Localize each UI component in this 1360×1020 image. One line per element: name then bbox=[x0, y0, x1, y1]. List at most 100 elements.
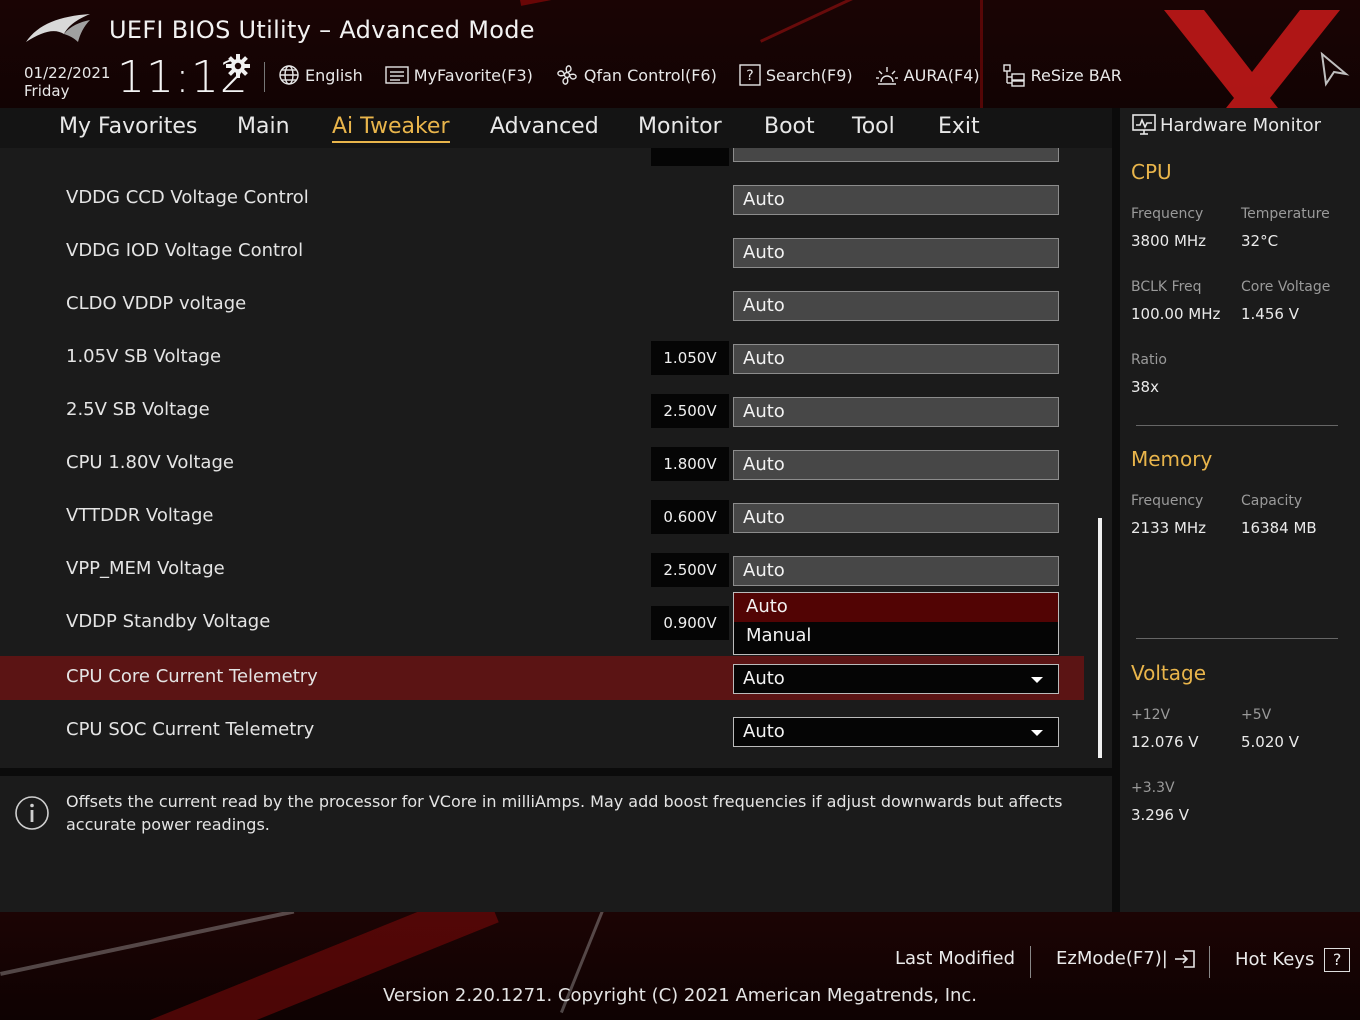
globe-icon bbox=[279, 65, 299, 85]
cpu-frequency-value: 3800 MHz bbox=[1131, 232, 1207, 250]
setting-row[interactable]: 1.05V SB Voltage 1.050V Auto bbox=[0, 336, 1112, 380]
setting-row[interactable]: CLDO VDDP voltage Auto bbox=[0, 283, 1112, 327]
voltage-section-title: Voltage bbox=[1131, 661, 1207, 685]
tab-advanced[interactable]: Advanced bbox=[490, 114, 599, 139]
setting-label: CPU SOC Current Telemetry bbox=[66, 719, 315, 740]
search-help-icon: ? bbox=[739, 64, 761, 86]
date-display: 01/22/2021 Friday bbox=[24, 64, 110, 100]
resize-bar-button[interactable]: ReSize BAR bbox=[1002, 63, 1122, 87]
tab-main[interactable]: Main bbox=[237, 114, 290, 139]
bclk-value: 100.00 MHz bbox=[1131, 305, 1221, 323]
ezmode-label: EzMode(F7)| bbox=[1056, 948, 1168, 969]
section-divider bbox=[1136, 638, 1338, 639]
section-divider bbox=[1136, 425, 1338, 426]
setting-select[interactable]: Auto bbox=[733, 664, 1059, 694]
aura-light-icon bbox=[875, 67, 898, 85]
tab-ai-tweaker[interactable]: Ai Tweaker bbox=[332, 114, 450, 143]
language-label: English bbox=[305, 65, 363, 85]
ezmode-button[interactable]: EzMode(F7)| bbox=[1056, 948, 1196, 969]
help-panel: Offsets the current read by the processo… bbox=[0, 776, 1112, 912]
settings-list: VDDG CCD Voltage Control Auto VDDG IOD V… bbox=[0, 148, 1112, 768]
setting-row[interactable]: VTTDDR Voltage 0.600V Auto bbox=[0, 495, 1112, 539]
version-text: Version 2.20.1271. Copyright (C) 2021 Am… bbox=[382, 985, 978, 1006]
v5-value: 5.020 V bbox=[1241, 733, 1299, 751]
setting-input[interactable]: Auto bbox=[733, 238, 1059, 268]
tab-tool[interactable]: Tool bbox=[852, 114, 895, 139]
scrollbar[interactable] bbox=[1098, 518, 1102, 758]
memory-frequency-value: 2133 MHz bbox=[1131, 519, 1207, 537]
decor-streak bbox=[980, 0, 983, 108]
qfan-control-button[interactable]: Qfan Control(F6) bbox=[555, 63, 717, 87]
footer-divider bbox=[1030, 946, 1031, 978]
setting-label: VDDG IOD Voltage Control bbox=[66, 240, 304, 261]
setting-label: 1.05V SB Voltage bbox=[66, 346, 222, 367]
hardware-monitor-panel: Hardware Monitor CPU Frequency Temperatu… bbox=[1120, 108, 1360, 912]
main-nav: My Favorites Main Ai Tweaker Advanced Mo… bbox=[0, 108, 1112, 148]
myfavorite-button[interactable]: MyFavorite(F3) bbox=[385, 65, 533, 85]
ratio-label: Ratio bbox=[1131, 352, 1167, 368]
footer-divider bbox=[1209, 946, 1210, 978]
memory-capacity-label: Capacity bbox=[1241, 493, 1303, 509]
cpu-temperature-value: 32°C bbox=[1241, 232, 1279, 250]
memory-frequency-label: Frequency bbox=[1131, 493, 1204, 509]
clipped-input-field[interactable] bbox=[733, 148, 1059, 162]
gear-icon[interactable] bbox=[226, 54, 250, 78]
title-bar: UEFI BIOS Utility – Advanced Mode 01/22/… bbox=[0, 0, 1360, 108]
current-value: 0.600V bbox=[651, 500, 729, 534]
help-key-icon: ? bbox=[1324, 948, 1351, 972]
setting-row-selected[interactable]: CPU Core Current Telemetry Auto bbox=[0, 656, 1084, 700]
dropdown-option-manual[interactable]: Manual bbox=[734, 622, 1058, 651]
setting-input[interactable]: Auto bbox=[733, 344, 1059, 374]
select-value: Auto bbox=[743, 721, 785, 742]
setting-input[interactable]: Auto bbox=[733, 503, 1059, 533]
setting-input[interactable]: Auto bbox=[733, 185, 1059, 215]
dropdown-menu: Auto Manual bbox=[733, 592, 1059, 655]
footer-bar: Last Modified EzMode(F7)| Hot Keys ? Ver… bbox=[0, 912, 1360, 1020]
current-value: 1.050V bbox=[651, 341, 729, 375]
setting-label: 2.5V SB Voltage bbox=[66, 399, 210, 420]
setting-select[interactable]: Auto bbox=[733, 717, 1059, 747]
aura-label: AURA(F4) bbox=[903, 65, 980, 85]
svg-text:?: ? bbox=[746, 68, 753, 84]
v5-label: +5V bbox=[1241, 707, 1272, 723]
setting-row[interactable]: VPP_MEM Voltage 2.500V Auto bbox=[0, 548, 1112, 592]
decor-streak bbox=[760, 0, 1142, 43]
current-value: 2.500V bbox=[651, 553, 729, 587]
monitor-icon bbox=[1132, 114, 1156, 135]
setting-input[interactable]: Auto bbox=[733, 556, 1059, 586]
core-voltage-value: 1.456 V bbox=[1241, 305, 1299, 323]
setting-label: CLDO VDDP voltage bbox=[66, 293, 247, 314]
setting-row[interactable]: VDDG IOD Voltage Control Auto bbox=[0, 230, 1112, 274]
language-button[interactable]: English bbox=[278, 64, 363, 86]
tab-my-favorites[interactable]: My Favorites bbox=[59, 114, 197, 139]
resize-bar-label: ReSize BAR bbox=[1030, 65, 1122, 85]
setting-row[interactable]: CPU 1.80V Voltage 1.800V Auto bbox=[0, 442, 1112, 486]
last-modified-button[interactable]: Last Modified bbox=[895, 948, 1015, 969]
aura-button[interactable]: AURA(F4) bbox=[875, 64, 980, 86]
dropdown-option-auto[interactable]: Auto bbox=[734, 593, 1058, 622]
tab-boot[interactable]: Boot bbox=[764, 114, 815, 139]
setting-input[interactable]: Auto bbox=[733, 397, 1059, 427]
hot-keys-label: Hot Keys bbox=[1235, 949, 1315, 970]
setting-label: VDDP Standby Voltage bbox=[66, 611, 271, 632]
search-button[interactable]: ? Search(F9) bbox=[739, 64, 853, 86]
fan-icon bbox=[557, 65, 577, 85]
decor-streak bbox=[0, 912, 295, 976]
tab-monitor[interactable]: Monitor bbox=[638, 114, 722, 139]
setting-input[interactable]: Auto bbox=[733, 291, 1059, 321]
setting-row[interactable]: CPU SOC Current Telemetry Auto bbox=[0, 709, 1112, 753]
tab-exit[interactable]: Exit bbox=[938, 114, 980, 139]
qfan-control-label: Qfan Control(F6) bbox=[583, 65, 717, 85]
v33-label: +3.3V bbox=[1131, 780, 1175, 796]
date-text: 01/22/2021 bbox=[24, 64, 111, 82]
favorite-list-icon bbox=[385, 66, 409, 84]
day-text: Friday bbox=[24, 82, 70, 100]
help-text: Offsets the current read by the processo… bbox=[66, 792, 1063, 834]
current-value: 0.900V bbox=[651, 606, 729, 640]
setting-row[interactable]: VDDG CCD Voltage Control Auto bbox=[0, 177, 1112, 221]
info-icon bbox=[15, 796, 49, 830]
hot-keys-button[interactable]: Hot Keys ? bbox=[1235, 948, 1351, 972]
memory-section-title: Memory bbox=[1131, 447, 1213, 471]
setting-row[interactable]: 2.5V SB Voltage 2.500V Auto bbox=[0, 389, 1112, 433]
setting-input[interactable]: Auto bbox=[733, 450, 1059, 480]
